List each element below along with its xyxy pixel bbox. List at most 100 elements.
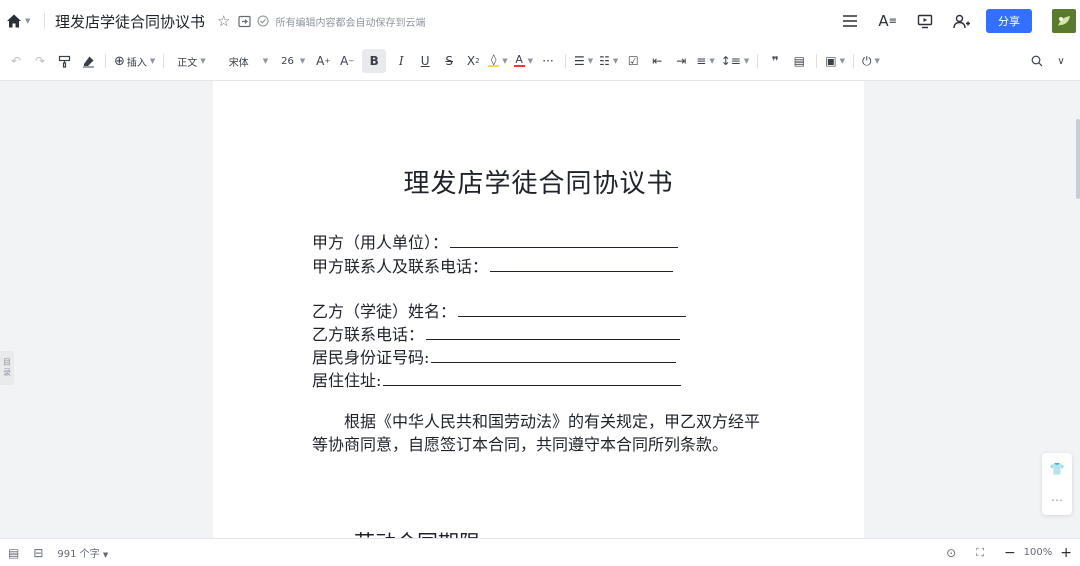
font-size-select[interactable]: 26 ▼ [281,49,305,73]
divider [163,54,165,68]
add-collaborator-icon[interactable] [953,14,970,29]
divider [852,54,854,68]
zoom-out-icon[interactable]: − [1004,545,1016,561]
party-b-field: 乙方（学徒）姓名： [312,298,687,322]
party-a-contact-field: 甲方联系人及联系电话： [312,253,674,277]
presentation-icon[interactable] [917,14,933,29]
star-icon[interactable]: ☆ [217,12,230,30]
plugin-icon[interactable]: ⏻ ▼ [862,49,880,73]
menu-icon[interactable] [842,14,858,28]
word-count-text: 991 个字 [57,549,100,560]
highlight-color-swatch [488,65,500,67]
share-button[interactable]: 分享 [986,9,1032,33]
undo-icon[interactable]: ↶ [7,49,25,73]
home-icon [7,14,21,28]
font-color-swatch [513,65,525,67]
id-number-label: 居民身份证号码: [312,348,430,367]
format-toolbar: ↶ ↷ ⊕ 插入 ▼ 正文 ▼ 宋体 ▼ 26 ▼ A + A − B I U S … [0,42,1080,81]
outline-view-icon[interactable]: ▤ [8,546,19,560]
insert-label: 插入 [126,57,147,69]
italic-icon[interactable]: I [392,49,410,73]
quote-icon[interactable]: ❞ [766,49,784,73]
chevron-down-icon: ▼ [299,57,306,65]
document-title[interactable]: 理发店学徒合同协议书 [55,11,205,32]
more-icon[interactable]: ⋯ [1051,493,1063,507]
chevron-down-icon: ▼ [502,57,508,65]
bullet-list-icon[interactable]: ☰ ▼ [574,49,593,73]
format-painter-icon[interactable] [55,49,73,73]
leaf-avatar-icon [1058,16,1070,26]
decrease-font-icon[interactable]: A − [338,49,356,73]
chevron-down-icon: ▼ [527,57,533,65]
divider [105,54,106,68]
status-bar: ▤ ⊟ 991 个字 ▼ ⊙ ⛶ − 100% + [0,538,1080,566]
section-heading: 一、劳动合同期限 [312,527,480,538]
align-icon[interactable]: ≡ ▼ [696,49,714,73]
line-spacing-icon[interactable]: ↕≡ ▼ [721,49,750,73]
strikethrough-icon[interactable]: S [440,49,458,73]
move-to-folder-icon[interactable] [238,15,252,28]
divider [816,54,818,68]
address-field: 居住住址: [312,367,682,391]
image-insert-icon[interactable]: ▣ ▼ [825,49,845,73]
font-family-select[interactable]: 宋体 ▼ [229,49,268,73]
outline-toggle[interactable]: 目 录 [0,351,14,385]
increase-indent-icon[interactable]: ⇥ [672,49,690,73]
divider [564,54,566,68]
save-status-text: 所有编辑内容都会自动保存到云端 [275,17,426,29]
chevron-down-icon: ▼ [839,57,845,65]
chevron-down-icon: ▼ [200,57,206,65]
document-heading: 理发店学徒合同协议书 [403,169,674,199]
party-b-label: 乙方（学徒）姓名： [312,302,457,321]
avatar[interactable] [1052,9,1076,33]
fit-screen-icon[interactable]: ⛶ [976,546,984,560]
font-family-label: 宋体 [228,57,249,69]
zoom-level[interactable]: 100% [1024,547,1053,558]
fill-line [450,233,679,248]
chevron-down-icon: ▼ [743,57,750,65]
page-view-icon[interactable]: ⊟ [33,546,43,560]
paragraph-style-select[interactable]: 正文 ▼ [177,49,205,73]
decrease-indent-icon[interactable]: ⇤ [648,49,666,73]
redo-icon[interactable]: ↷ [31,49,49,73]
top-bar: ▼ 理发店学徒合同协议书 ☆ 所有编辑内容都会自动保存到云端 A ≡ 分享 [0,0,1080,42]
document-page[interactable]: 理发店学徒合同协议书 甲方（用人单位）： 甲方联系人及联系电话： 乙方（学徒）姓… [213,81,864,538]
search-icon[interactable] [1028,49,1046,73]
chevron-down-icon: ▼ [874,57,880,65]
text-style-icon[interactable]: A ≡ [878,12,897,30]
chevron-down-icon: ▼ [587,57,594,65]
task-list-icon[interactable]: ☑ [624,49,642,73]
id-number-field: 居民身份证号码: [312,344,677,368]
comment-icon[interactable]: ▤ [790,49,808,73]
scrollbar[interactable] [1076,119,1080,199]
clear-format-icon[interactable] [79,49,97,73]
floating-side-panel: 👕 ⋯ [1042,453,1072,515]
play-icon[interactable]: ⊙ [946,546,956,560]
template-icon[interactable]: 👕 [1050,462,1065,476]
increase-font-icon[interactable]: A + [314,49,332,73]
font-size-label: 26 [281,55,294,67]
word-count[interactable]: 991 个字 ▼ [57,545,108,560]
underline-icon[interactable]: U [416,49,434,73]
more-icon[interactable]: ··· [539,49,557,73]
font-color-icon[interactable]: A ▼ [513,49,533,73]
subscript-icon[interactable]: X2 [464,49,482,73]
party-a-field: 甲方（用人单位）： [312,229,679,253]
home-menu[interactable]: ▼ [6,13,36,29]
chevron-down-icon: ▼ [612,57,619,65]
party-a-label: 甲方（用人单位）： [312,233,449,252]
plus-circle-icon: ⊕ [114,53,125,69]
collapse-toolbar-icon[interactable]: ∨ [1052,49,1070,73]
fill-line [431,348,677,363]
chevron-down-icon: ▼ [149,57,156,65]
party-a-contact-label: 甲方联系人及联系电话： [312,257,489,276]
divider [44,13,45,29]
zoom-in-icon[interactable]: + [1060,545,1072,561]
fill-line [458,302,687,317]
outline-label-2: 录 [3,368,11,377]
bold-icon[interactable]: B [362,49,387,73]
highlight-color-icon[interactable]: ◊ ▼ [488,49,508,73]
chevron-down-icon: ▼ [102,551,109,559]
insert-button[interactable]: ⊕ 插入 ▼ [114,49,155,73]
numbered-list-icon[interactable]: ☷ ▼ [599,49,618,73]
